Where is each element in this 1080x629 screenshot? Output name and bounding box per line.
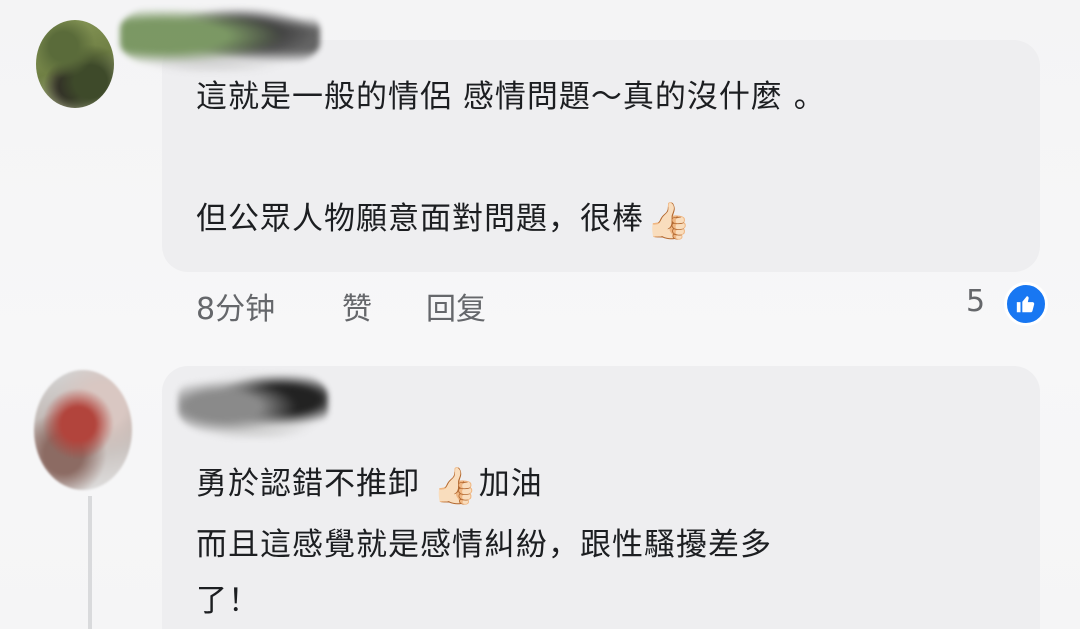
thumbs-up-emoji-icon: 👍🏻: [432, 466, 479, 507]
commenter-avatar[interactable]: [36, 20, 114, 108]
reply-button[interactable]: 回复: [426, 284, 486, 328]
thread-connector-line: [88, 496, 92, 629]
comments-page: 這就是一般的情侶 感情問題～真的沒什麼 。 但公眾人物願意面對問題，很棒👍🏻 8…: [0, 0, 1080, 629]
comment-text-line: 但公眾人物願意面對問題，很棒👍🏻: [196, 198, 692, 243]
comment-text-span: 但公眾人物願意面對問題，很棒: [196, 201, 644, 237]
comment-text-line: 了！: [196, 583, 260, 619]
like-icon[interactable]: [1004, 282, 1048, 326]
like-button[interactable]: 赞: [342, 284, 372, 328]
commenter-avatar[interactable]: [34, 370, 132, 490]
reaction-count[interactable]: 5: [966, 284, 985, 319]
commenter-name-redacted[interactable]: [178, 368, 328, 438]
comment-text-span: 加油: [478, 466, 543, 502]
comment-text-line: 這就是一般的情侶 感情問題～真的沒什麼 。: [196, 79, 826, 115]
comment-text-line: 勇於認錯不推卸 👍🏻加油: [196, 463, 543, 508]
thumbs-up-icon: [1016, 296, 1035, 313]
comment-text-span: 勇於認錯不推卸: [196, 466, 420, 502]
comment-text-line: 而且這感覺就是感情糾紛，跟性騷擾差多: [196, 527, 772, 563]
thumbs-up-emoji-icon: 👍🏻: [646, 201, 692, 242]
comment-timestamp[interactable]: 8分钟: [196, 284, 275, 328]
commenter-name-redacted[interactable]: [120, 0, 320, 72]
